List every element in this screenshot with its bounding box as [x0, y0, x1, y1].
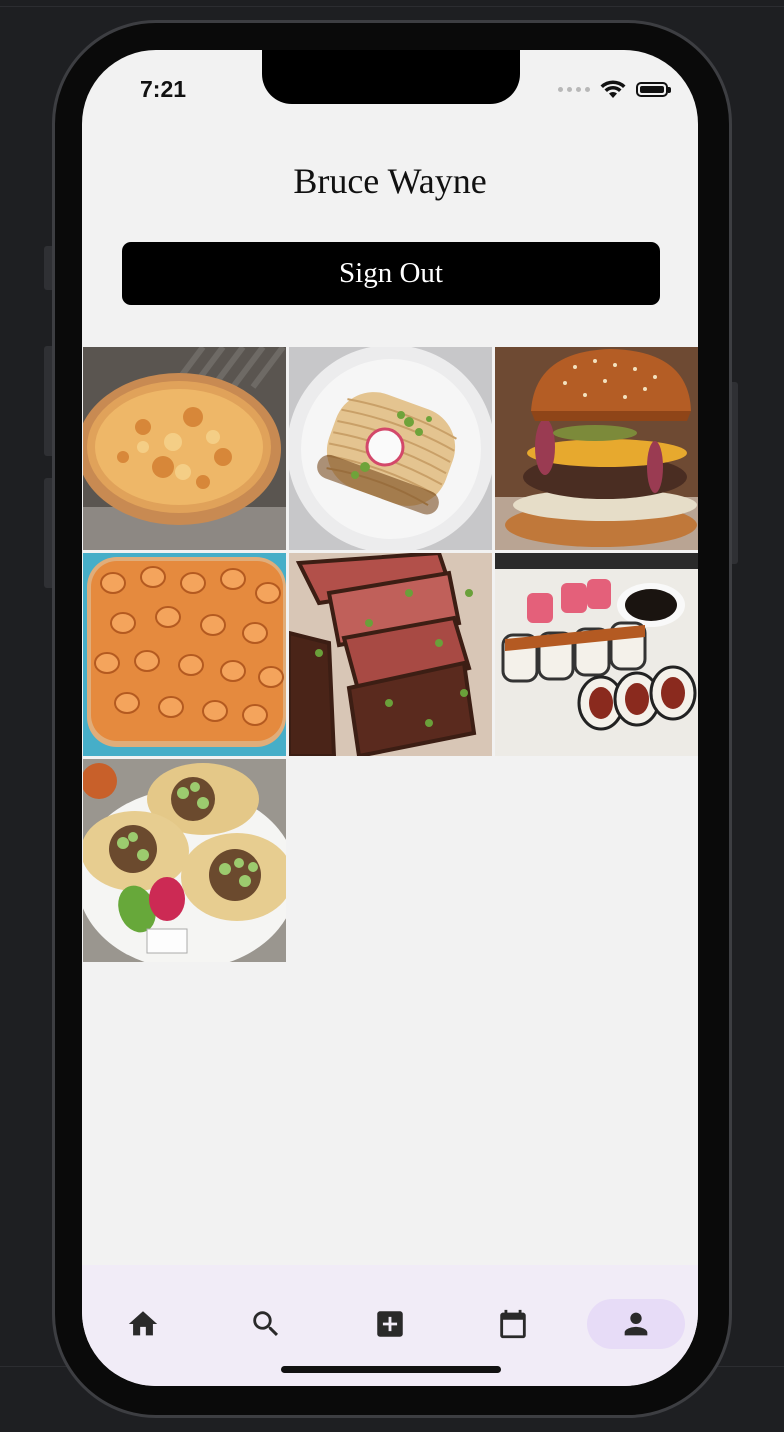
- noodles-image: [289, 347, 492, 550]
- post-thumbnail-steak[interactable]: [289, 553, 492, 756]
- status-icons: [558, 80, 671, 99]
- sushi-image: [495, 553, 698, 756]
- home-indicator: [281, 1366, 501, 1373]
- signal-icon: [558, 87, 590, 92]
- home-icon: [128, 1311, 158, 1336]
- post-thumbnail-noodles[interactable]: [289, 347, 492, 550]
- post-thumbnail-sushi[interactable]: [495, 553, 698, 756]
- search-icon: [253, 1311, 279, 1337]
- pasta-image: [83, 553, 286, 756]
- status-time: 7:21: [140, 76, 187, 102]
- post-thumbnail-burger[interactable]: [495, 347, 698, 550]
- mute-switch: [44, 246, 52, 290]
- battery-icon: [636, 82, 671, 97]
- pizza-image: [83, 347, 286, 550]
- tab-add[interactable]: [341, 1299, 439, 1349]
- profile-name: Bruce Wayne: [293, 161, 487, 201]
- posts-grid: [83, 347, 698, 962]
- tab-home[interactable]: [94, 1299, 192, 1349]
- wifi-icon: [600, 80, 626, 98]
- tab-search[interactable]: [217, 1299, 315, 1349]
- sign-out-button[interactable]: Sign Out: [122, 242, 660, 305]
- steak-image: [289, 553, 492, 756]
- tab-profile[interactable]: [587, 1299, 685, 1349]
- post-thumbnail-pasta[interactable]: [83, 553, 286, 756]
- post-thumbnail-pizza[interactable]: [83, 347, 286, 550]
- add-box-icon: [377, 1311, 403, 1337]
- person-icon: [624, 1312, 648, 1336]
- tab-calendar[interactable]: [464, 1299, 562, 1349]
- tacos-image: [83, 759, 286, 962]
- notch: [262, 50, 520, 104]
- burger-image: [495, 347, 698, 550]
- volume-up-button: [44, 346, 52, 456]
- app-screen: 7:21 Bruce Wayne Sign Out: [82, 50, 698, 1386]
- calendar-icon: [500, 1309, 526, 1339]
- post-thumbnail-tacos[interactable]: [83, 759, 286, 962]
- volume-down-button: [44, 478, 52, 588]
- background-divider-top: [0, 6, 784, 7]
